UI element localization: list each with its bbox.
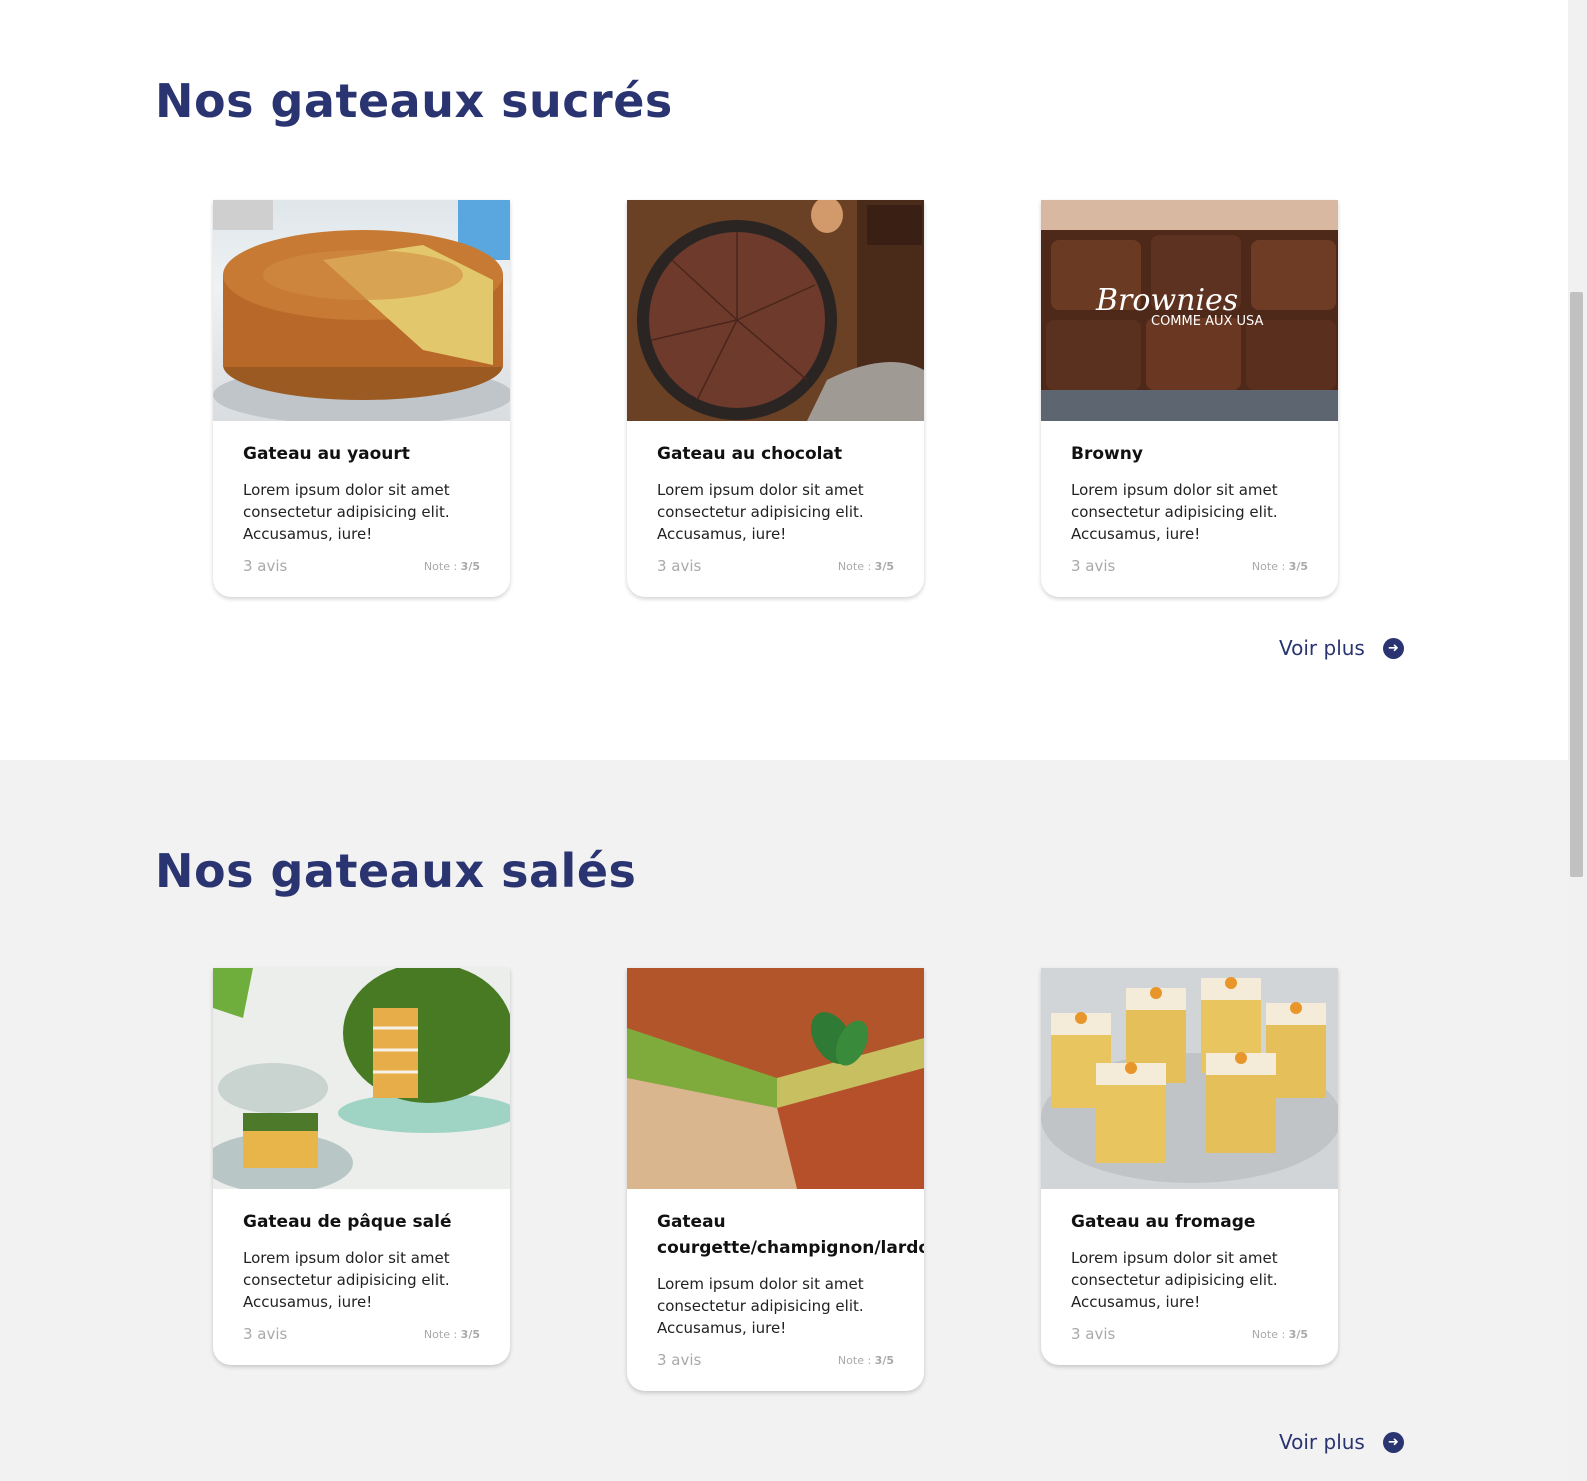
cake-description: Lorem ipsum dolor sit amet consectetur a… xyxy=(1071,1249,1278,1311)
scrollbar-thumb[interactable] xyxy=(1570,292,1583,877)
arrow-right-circle-icon: ➜ xyxy=(1382,637,1404,659)
cake-description: Lorem ipsum dolor sit amet consectetur a… xyxy=(243,481,450,543)
section-sweet-cakes: Nos gateaux sucrés Gateau au yaourt Lore… xyxy=(0,0,1568,760)
review-count[interactable]: 3 avis xyxy=(657,557,701,575)
review-count[interactable]: 3 avis xyxy=(1071,1325,1115,1343)
section-title-savory: Nos gateaux salés xyxy=(155,844,637,898)
cake-name: Gateau au yaourt xyxy=(243,444,410,464)
cake-card-chocolat[interactable]: Gateau au chocolat Lorem ipsum dolor sit… xyxy=(627,200,924,597)
cake-image-paque xyxy=(213,968,510,1189)
cake-image-browny: Brownies COMME AUX USA xyxy=(1041,200,1338,421)
rating: Note : 3/5 xyxy=(837,1353,894,1367)
see-more-label: Voir plus xyxy=(1279,1430,1365,1454)
cake-name: Gateau au chocolat xyxy=(657,444,843,464)
rating: Note : 3/5 xyxy=(423,1327,480,1341)
review-count[interactable]: 3 avis xyxy=(243,557,287,575)
see-more-savory-link[interactable]: Voir plus ➜ xyxy=(1279,1430,1404,1454)
review-count[interactable]: 3 avis xyxy=(243,1325,287,1343)
see-more-label: Voir plus xyxy=(1279,636,1365,660)
section-savory-cakes: Nos gateaux salés Gateau de pâque salé L… xyxy=(0,760,1568,1481)
cake-image-yaourt xyxy=(213,200,510,421)
rating: Note : 3/5 xyxy=(1251,1327,1308,1341)
image-caption-title: Brownies xyxy=(1095,283,1238,318)
cake-card-fromage[interactable]: Gateau au fromage Lorem ipsum dolor sit … xyxy=(1041,968,1338,1365)
image-caption-subtitle: COMME AUX USA xyxy=(1151,314,1264,329)
cake-name: Gateau au fromage xyxy=(1071,1212,1256,1232)
cake-image-courgette xyxy=(627,968,924,1189)
section-title-sweet: Nos gateaux sucrés xyxy=(155,74,673,128)
rating: Note : 3/5 xyxy=(1251,559,1308,573)
vertical-scrollbar[interactable] xyxy=(1568,0,1587,1481)
cake-name: Browny xyxy=(1071,444,1143,464)
review-count[interactable]: 3 avis xyxy=(657,1351,701,1369)
cake-description: Lorem ipsum dolor sit amet consectetur a… xyxy=(657,1275,864,1337)
cake-name: Gateau courgette/champignon/lardon xyxy=(657,1212,924,1258)
cake-name: Gateau de pâque salé xyxy=(243,1212,452,1232)
cake-card-yaourt[interactable]: Gateau au yaourt Lorem ipsum dolor sit a… xyxy=(213,200,510,597)
see-more-sweet-link[interactable]: Voir plus ➜ xyxy=(1279,636,1404,660)
cake-card-paque[interactable]: Gateau de pâque salé Lorem ipsum dolor s… xyxy=(213,968,510,1365)
cake-image-fromage xyxy=(1041,968,1338,1189)
review-count[interactable]: 3 avis xyxy=(1071,557,1115,575)
rating: Note : 3/5 xyxy=(837,559,894,573)
cake-description: Lorem ipsum dolor sit amet consectetur a… xyxy=(1071,481,1278,543)
cake-image-chocolat xyxy=(627,200,924,421)
arrow-right-circle-icon: ➜ xyxy=(1382,1431,1404,1453)
cake-description: Lorem ipsum dolor sit amet consectetur a… xyxy=(243,1249,450,1311)
cake-card-browny[interactable]: Brownies COMME AUX USA Browny Lorem ipsu… xyxy=(1041,200,1338,597)
cake-description: Lorem ipsum dolor sit amet consectetur a… xyxy=(657,481,864,543)
cake-card-courgette[interactable]: Gateau courgette/champignon/lardon Lorem… xyxy=(627,968,924,1391)
rating: Note : 3/5 xyxy=(423,559,480,573)
